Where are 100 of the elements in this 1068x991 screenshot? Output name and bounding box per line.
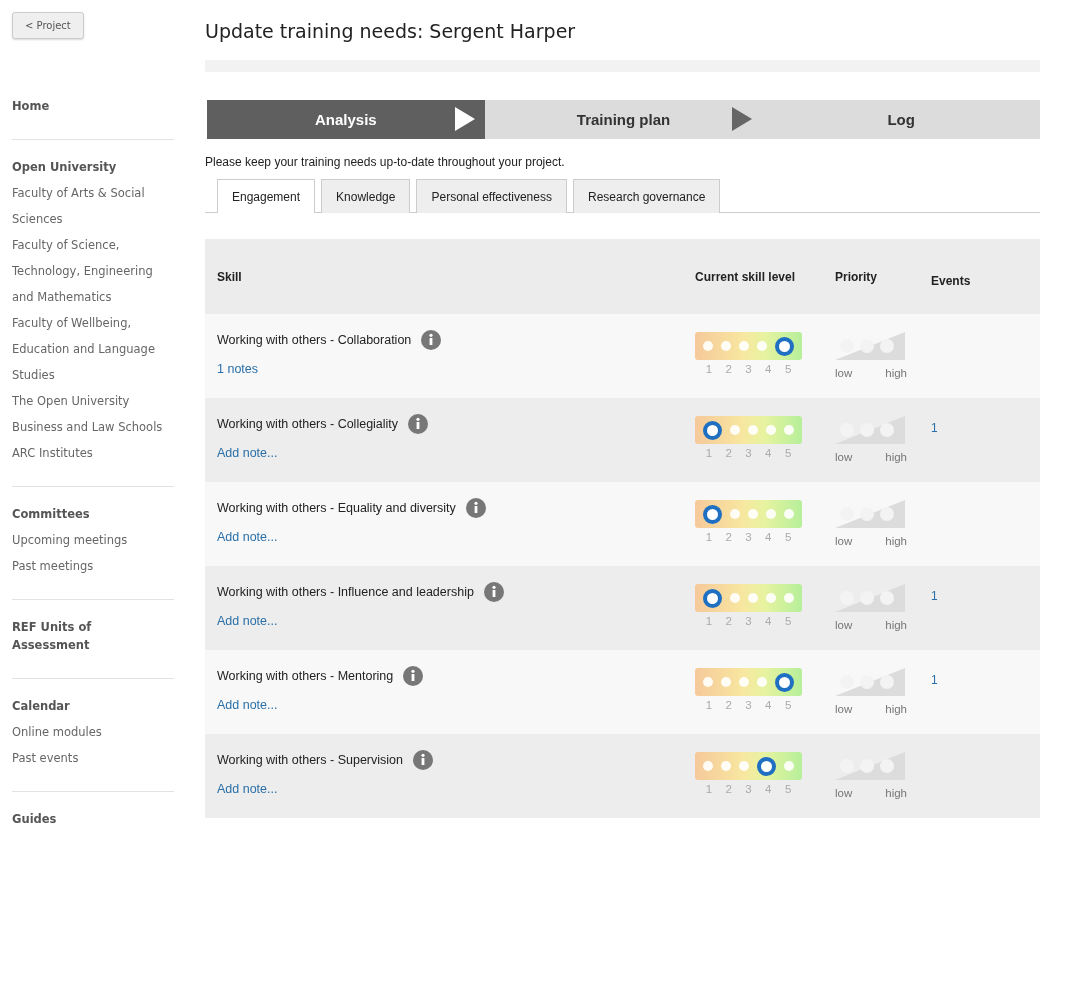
level-dot[interactable] xyxy=(757,341,767,351)
step-tab[interactable]: Log xyxy=(762,100,1040,139)
priority-label: low xyxy=(835,451,853,463)
note-link[interactable]: Add note... xyxy=(217,782,695,796)
priority-scale-icon[interactable] xyxy=(835,332,905,360)
level-dot[interactable] xyxy=(703,761,713,771)
level-number: 5 xyxy=(784,363,792,375)
intro-text: Please keep your training needs up-to-date throughout your project. xyxy=(205,155,566,169)
sidebar-heading[interactable]: Calendar xyxy=(12,697,132,715)
info-icon[interactable] xyxy=(465,498,486,518)
level-number: 5 xyxy=(784,615,792,627)
level-dot[interactable] xyxy=(757,677,767,687)
level-dot[interactable] xyxy=(703,588,722,608)
note-link[interactable]: Add note... xyxy=(217,446,695,460)
sidebar-item[interactable]: Past events xyxy=(12,745,174,771)
priority-label: high xyxy=(885,451,907,463)
sidebar-item[interactable]: Past meetings xyxy=(12,553,174,579)
level-dot[interactable] xyxy=(730,509,740,519)
info-icon[interactable] xyxy=(421,330,442,350)
skill-name: Working with others - Collegiality xyxy=(217,417,399,431)
info-icon[interactable] xyxy=(408,414,429,434)
level-number: 3 xyxy=(745,615,752,627)
priority-label: low xyxy=(835,703,853,715)
level-dot[interactable] xyxy=(730,593,740,603)
category-tab[interactable]: Research governance xyxy=(572,179,721,213)
level-dot[interactable] xyxy=(721,341,731,351)
sidebar-heading[interactable]: Open University xyxy=(12,158,132,176)
level-number: 1 xyxy=(705,363,713,375)
level-dot[interactable] xyxy=(766,425,776,435)
level-number: 1 xyxy=(705,699,713,711)
level-dot[interactable] xyxy=(730,425,740,435)
note-link[interactable]: Add note... xyxy=(217,530,695,544)
skill-name: Working with others - Equality and diversity xyxy=(217,501,456,515)
priority-scale-icon[interactable] xyxy=(835,500,905,528)
priority-label: high xyxy=(885,535,907,547)
level-dot[interactable] xyxy=(775,672,794,692)
level-dot[interactable] xyxy=(721,677,731,687)
sidebar-item[interactable]: The Open University Business and Law Schools xyxy=(12,388,174,440)
level-dot[interactable] xyxy=(703,341,713,351)
sidebar-item[interactable]: Faculty of Wellbeing, Education and Language Studies xyxy=(12,310,174,388)
note-link[interactable]: 1 notes xyxy=(217,362,695,376)
sidebar-item[interactable]: Online modules xyxy=(12,719,174,745)
priority-label: low xyxy=(835,535,853,547)
sidebar-item[interactable]: Faculty of Science, Technology, Engineering and Mathematics xyxy=(12,232,174,310)
level-number: 1 xyxy=(705,783,713,795)
level-dot[interactable] xyxy=(739,341,749,351)
level-dot[interactable] xyxy=(784,761,794,771)
level-dot[interactable] xyxy=(748,509,758,519)
level-dot[interactable] xyxy=(784,593,794,603)
level-number: 1 xyxy=(705,615,713,627)
step-tab[interactable]: Analysis xyxy=(207,100,485,139)
back-button[interactable]: < Project xyxy=(12,12,84,39)
priority-label: high xyxy=(885,619,907,631)
level-dot[interactable] xyxy=(784,425,794,435)
level-number: 2 xyxy=(725,447,732,459)
sidebar-item[interactable]: ARC Institutes xyxy=(12,440,174,466)
level-dot[interactable] xyxy=(739,677,749,687)
level-number: 4 xyxy=(765,531,772,543)
info-icon[interactable] xyxy=(412,750,433,770)
events-link[interactable]: 1 xyxy=(931,673,938,687)
step-tab[interactable]: Training plan xyxy=(484,100,763,139)
skill-name: Working with others - Collaboration xyxy=(217,333,412,347)
level-dot[interactable] xyxy=(721,761,731,771)
info-icon[interactable] xyxy=(483,582,504,602)
level-dot[interactable] xyxy=(775,336,794,356)
level-dot[interactable] xyxy=(784,509,794,519)
category-tab[interactable]: Personal effectiveness xyxy=(416,179,567,213)
level-dot[interactable] xyxy=(757,756,776,776)
priority-label: high xyxy=(885,703,907,715)
priority-scale-icon[interactable] xyxy=(835,668,905,696)
level-dot[interactable] xyxy=(766,593,776,603)
level-dot[interactable] xyxy=(703,677,713,687)
sidebar-heading[interactable]: REF Units of Assessment xyxy=(12,618,132,654)
level-dot[interactable] xyxy=(748,425,758,435)
priority-label: low xyxy=(835,619,853,631)
level-number: 4 xyxy=(765,615,772,627)
level-number: 2 xyxy=(725,615,732,627)
note-link[interactable]: Add note... xyxy=(217,614,695,628)
level-dot[interactable] xyxy=(703,420,722,440)
level-dot[interactable] xyxy=(748,593,758,603)
sidebar-item[interactable]: Faculty of Arts & Social Sciences xyxy=(12,180,174,232)
category-tab[interactable]: Knowledge xyxy=(321,179,411,213)
sidebar-heading[interactable]: Committees xyxy=(12,505,132,523)
level-number: 4 xyxy=(765,447,772,459)
category-tab[interactable]: Engagement xyxy=(217,179,316,213)
events-link[interactable]: 1 xyxy=(931,589,938,603)
info-icon[interactable] xyxy=(403,666,424,686)
column-header: Events xyxy=(931,272,972,290)
level-number: 2 xyxy=(725,531,732,543)
level-dot[interactable] xyxy=(766,509,776,519)
events-link[interactable]: 1 xyxy=(931,421,938,435)
level-dot[interactable] xyxy=(703,504,722,524)
skill-name: Working with others - Influence and leadership xyxy=(217,585,474,599)
note-link[interactable]: Add note... xyxy=(217,698,695,712)
sidebar-heading[interactable]: Home xyxy=(12,97,132,115)
level-dot[interactable] xyxy=(739,761,749,771)
sidebar-item[interactable]: Upcoming meetings xyxy=(12,527,174,553)
level-number: 3 xyxy=(745,531,752,543)
sidebar-heading[interactable]: Guides xyxy=(12,810,132,828)
level-number: 4 xyxy=(765,363,772,375)
